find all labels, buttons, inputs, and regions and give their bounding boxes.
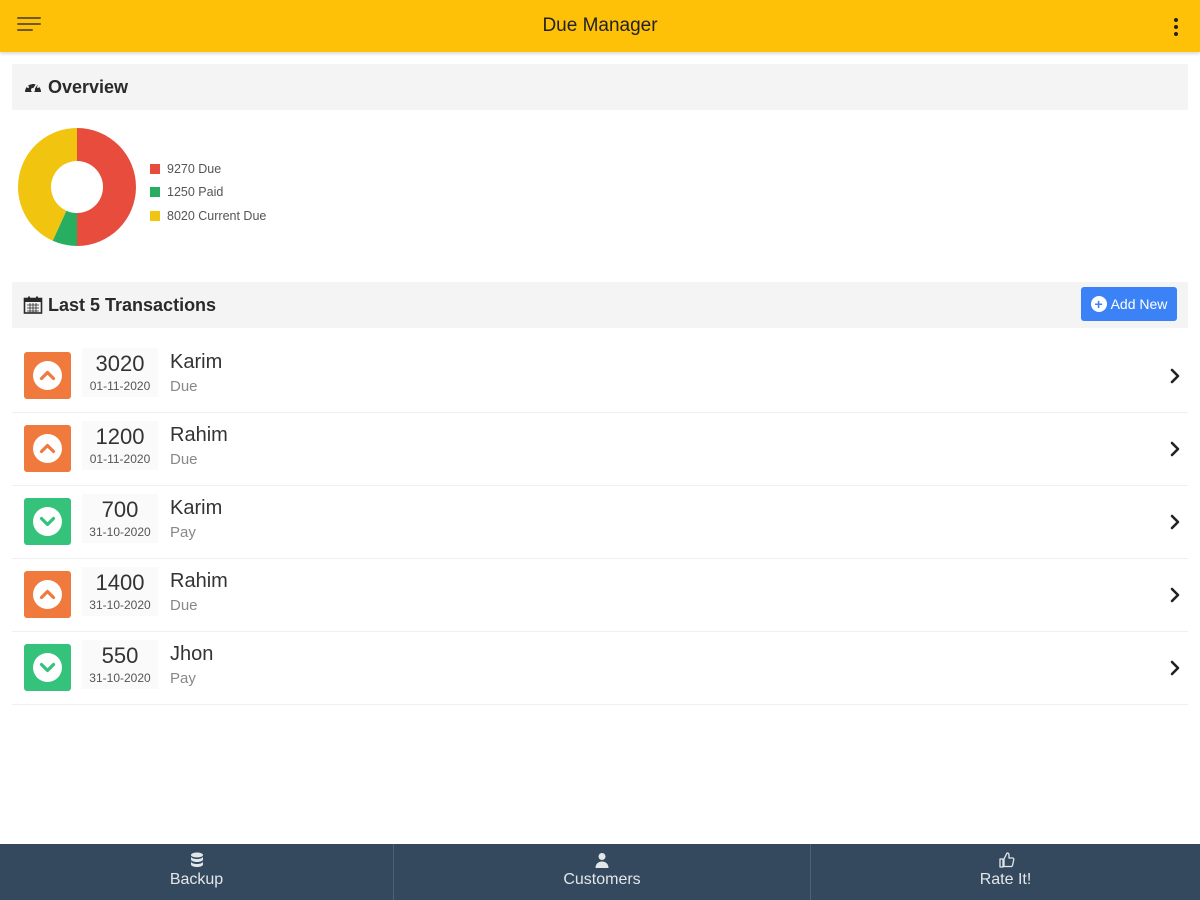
transaction-row[interactable]: 550 31-10-2020 Jhon Pay bbox=[12, 632, 1188, 705]
transactions-title: Last 5 Transactions bbox=[48, 295, 217, 315]
nav-backup-label: Backup bbox=[169, 871, 224, 888]
amount-box: 1400 31-10-2020 bbox=[82, 567, 158, 616]
legend-item: 9270 Due bbox=[150, 157, 266, 181]
transaction-amount: 1400 bbox=[95, 570, 145, 595]
calendar-icon bbox=[23, 296, 43, 314]
arrow-down-circle-icon bbox=[24, 644, 71, 691]
transaction-date: 31-10-2020 bbox=[89, 598, 151, 612]
legend-label: 9270 Due bbox=[167, 161, 222, 176]
legend-swatch bbox=[150, 210, 160, 221]
dashboard-gauge-icon bbox=[25, 82, 41, 92]
transaction-amount: 1200 bbox=[95, 424, 145, 449]
transaction-date: 01-11-2020 bbox=[89, 452, 151, 466]
nav-customers-label: Customers bbox=[563, 871, 641, 888]
transaction-date: 01-11-2020 bbox=[89, 379, 151, 393]
transaction-amount: 700 bbox=[101, 497, 139, 522]
hamburger-menu-icon[interactable] bbox=[17, 15, 43, 35]
arrow-up-circle-icon bbox=[24, 425, 71, 472]
transaction-customer-name: Karim bbox=[170, 497, 223, 519]
arrow-down-circle-icon bbox=[24, 498, 71, 545]
legend-swatch bbox=[150, 187, 160, 198]
transaction-amount: 550 bbox=[101, 643, 139, 668]
add-new-label: Add New bbox=[1110, 296, 1168, 312]
legend-label: 1250 Paid bbox=[167, 185, 224, 200]
transaction-customer-name: Jhon bbox=[170, 643, 214, 665]
amount-box: 700 31-10-2020 bbox=[82, 494, 158, 543]
amount-box: 3020 01-11-2020 bbox=[82, 348, 158, 397]
transactions-header: Last 5 Transactions + Add New bbox=[12, 282, 1188, 328]
transaction-row[interactable]: 1200 01-11-2020 Rahim Due bbox=[12, 413, 1188, 486]
transaction-date: 31-10-2020 bbox=[89, 671, 151, 685]
nav-rate-it[interactable]: Rate It! bbox=[810, 844, 1200, 900]
plus-circle-icon: + bbox=[1090, 296, 1107, 312]
app-bar: Due Manager bbox=[0, 0, 1200, 52]
chevron-right-icon[interactable] bbox=[1168, 439, 1182, 459]
donut-slice-due bbox=[77, 128, 136, 246]
arrow-up-circle-icon bbox=[24, 352, 71, 399]
user-icon bbox=[595, 853, 609, 868]
chevron-right-icon[interactable] bbox=[1168, 658, 1182, 678]
add-new-button[interactable]: + Add New bbox=[1081, 287, 1177, 321]
transaction-customer-name: Rahim bbox=[170, 424, 228, 446]
transaction-customer-name: Rahim bbox=[170, 570, 228, 592]
overview-title: Overview bbox=[48, 77, 129, 97]
transaction-type: Pay bbox=[170, 670, 196, 687]
transaction-type: Due bbox=[170, 597, 198, 614]
transaction-row[interactable]: 700 31-10-2020 Karim Pay bbox=[12, 486, 1188, 559]
transaction-amount: 3020 bbox=[95, 351, 145, 376]
chevron-right-icon[interactable] bbox=[1168, 366, 1182, 386]
transaction-row[interactable]: 3020 01-11-2020 Karim Due bbox=[12, 340, 1188, 413]
transaction-list: 3020 01-11-2020 Karim Due 1200 01-11-2020 Rahi… bbox=[12, 340, 1188, 705]
chevron-right-icon[interactable] bbox=[1168, 585, 1182, 605]
chart-legend: 9270 Due 1250 Paid 8020 Current Due bbox=[150, 157, 266, 228]
more-options-icon[interactable] bbox=[1164, 16, 1188, 40]
transaction-customer-name: Karim bbox=[170, 351, 223, 373]
nav-rate-it-label: Rate It! bbox=[979, 871, 1032, 888]
chevron-right-icon[interactable] bbox=[1168, 512, 1182, 532]
nav-backup[interactable]: Backup bbox=[0, 844, 393, 900]
arrow-up-circle-icon bbox=[24, 571, 71, 618]
amount-box: 550 31-10-2020 bbox=[82, 640, 158, 689]
legend-item: 8020 Current Due bbox=[150, 204, 266, 228]
transaction-type: Pay bbox=[170, 524, 196, 541]
database-icon bbox=[190, 852, 203, 867]
overview-donut-chart bbox=[17, 127, 137, 247]
legend-swatch bbox=[150, 163, 160, 174]
bottom-navigation: Backup Customers Rate It! bbox=[0, 844, 1200, 900]
transaction-type: Due bbox=[170, 451, 198, 468]
transaction-type: Due bbox=[170, 378, 198, 395]
overview-header: Overview bbox=[12, 64, 1188, 110]
legend-label: 8020 Current Due bbox=[167, 208, 267, 223]
legend-item: 1250 Paid bbox=[150, 181, 266, 205]
app-title: Due Manager bbox=[542, 15, 658, 36]
transaction-date: 31-10-2020 bbox=[89, 525, 151, 539]
thumbs-up-icon bbox=[998, 852, 1014, 868]
amount-box: 1200 01-11-2020 bbox=[82, 421, 158, 470]
transaction-row[interactable]: 1400 31-10-2020 Rahim Due bbox=[12, 559, 1188, 632]
nav-customers[interactable]: Customers bbox=[393, 844, 810, 900]
